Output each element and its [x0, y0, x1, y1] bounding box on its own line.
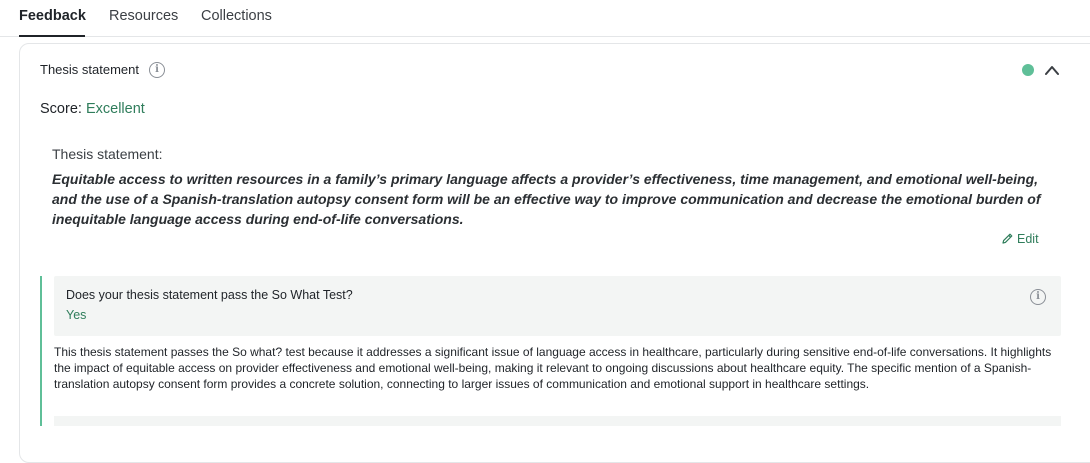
info-icon[interactable]: i [1030, 289, 1046, 305]
info-icon[interactable]: i [149, 62, 165, 78]
tab-bar: Feedback Resources Collections [0, 0, 1090, 37]
tab-feedback[interactable]: Feedback [19, 8, 86, 37]
criterion-question: Does your thesis statement pass the So W… [66, 288, 353, 302]
edit-button[interactable]: Edit [1001, 232, 1039, 246]
score-value: Excellent [85, 101, 145, 117]
card-title: Thesis statement [40, 62, 139, 77]
tab-resources[interactable]: Resources [109, 8, 178, 37]
edit-label: Edit [1017, 232, 1039, 246]
thesis-label: Thesis statement: [52, 146, 163, 162]
score-line: Score: Excellent [40, 101, 145, 117]
criterion-box [54, 276, 1061, 336]
criterion-answer: Yes [66, 308, 87, 322]
chevron-up-icon[interactable] [1045, 64, 1059, 76]
status-indicator [1022, 64, 1034, 76]
feedback-card [19, 43, 1090, 463]
tab-collections[interactable]: Collections [201, 8, 272, 37]
score-label: Score: [40, 101, 82, 117]
next-criterion-box [54, 416, 1061, 426]
thesis-text: Equitable access to written resources in… [52, 171, 1041, 227]
criterion-accent-bar [40, 276, 42, 426]
pencil-icon [1002, 233, 1013, 244]
criterion-explanation: This thesis statement passes the So what… [54, 345, 1052, 391]
